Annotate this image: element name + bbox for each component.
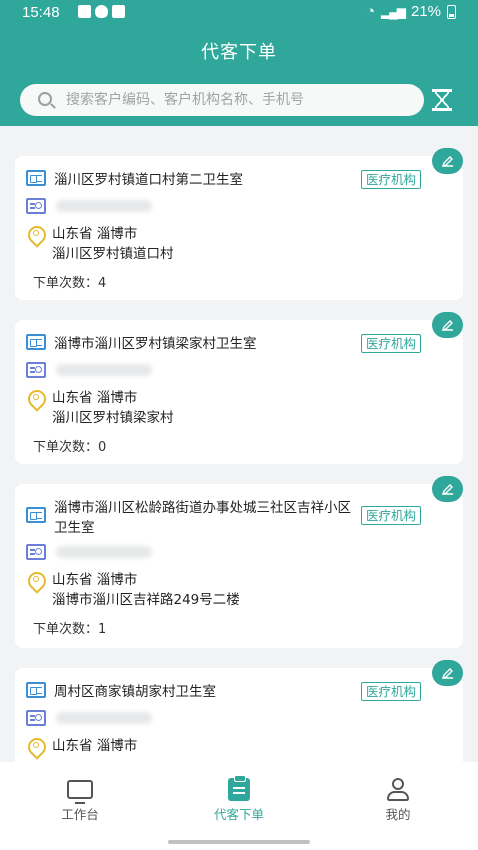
contact-row <box>26 362 152 378</box>
customer-name: 淄川区罗村镇道口村第二卫生室 <box>54 172 243 188</box>
org-type-tag: 医疗机构 <box>361 334 422 353</box>
edit-button[interactable] <box>432 660 463 686</box>
org-type-tag: 医疗机构 <box>361 682 422 701</box>
customer-card[interactable]: 周村区商家镇胡家村卫生室 医疗机构 山东省 淄博市 <box>15 660 463 762</box>
contact-card-icon <box>26 198 46 214</box>
pencil-icon <box>441 156 453 168</box>
contact-row <box>26 198 152 214</box>
edit-button[interactable] <box>432 312 463 338</box>
address-block: 山东省 淄博市 <box>52 736 137 756</box>
customer-name-row: 淄博市淄川区松龄路街道办事处城三社区吉祥小区卫生室 <box>26 498 354 538</box>
monitor-icon <box>67 780 93 804</box>
address-row: 山东省 淄博市 淄川区罗村镇道口村 <box>26 224 174 264</box>
id-card-icon <box>26 507 46 523</box>
contact-row <box>26 544 152 560</box>
street-address: 淄川区罗村镇梁家村 <box>52 410 174 426</box>
customer-card[interactable]: 淄川区罗村镇道口村第二卫生室 医疗机构 山东省 淄博市 淄川区罗村镇道口村 下单… <box>15 148 463 300</box>
notification-icons <box>78 5 125 18</box>
bottom-tab-bar: 工作台 代客下单 我的 <box>0 762 478 850</box>
phone-redacted <box>56 546 152 558</box>
pencil-icon <box>441 668 453 680</box>
customer-name: 淄博市淄川区罗村镇梁家村卫生室 <box>54 336 257 352</box>
order-count: 下单次数：1 <box>33 622 107 637</box>
province-city: 山东省 淄博市 <box>52 738 138 754</box>
order-count: 下单次数：4 <box>33 276 107 291</box>
pencil-icon <box>441 484 453 496</box>
location-pin-icon <box>26 736 44 754</box>
street-address: 淄博市淄川区吉祥路249号二楼 <box>52 592 240 608</box>
contact-card-icon <box>26 544 46 560</box>
hourglass-filter-icon[interactable] <box>432 89 452 111</box>
tab-workbench[interactable]: 工作台 <box>0 762 160 824</box>
gallery-icon <box>78 5 91 18</box>
customer-card[interactable]: 淄博市淄川区罗村镇梁家村卫生室 医疗机构 山东省 淄博市 淄川区罗村镇梁家村 下… <box>15 312 463 464</box>
id-card-icon <box>26 170 46 186</box>
phone-redacted <box>56 200 152 212</box>
customer-name-row: 淄川区罗村镇道口村第二卫生室 <box>26 170 354 190</box>
wifi-icon: ◔ <box>365 3 375 20</box>
header: 15:48 ◔ ▂▄▆ 21% 代客下单 <box>0 0 478 126</box>
battery-text: 21% <box>410 3 441 20</box>
search-input[interactable] <box>66 84 416 116</box>
search-icon <box>38 92 52 106</box>
contact-row <box>26 710 152 726</box>
address-row: 山东省 淄博市 淄博市淄川区吉祥路249号二楼 <box>26 570 240 610</box>
phone-redacted <box>56 712 152 724</box>
customer-list: 淄川区罗村镇道口村第二卫生室 医疗机构 山东省 淄博市 淄川区罗村镇道口村 下单… <box>0 126 478 762</box>
province-city: 山东省 淄博市 <box>52 226 138 242</box>
edit-button[interactable] <box>432 476 463 502</box>
status-bar: 15:48 ◔ ▂▄▆ 21% <box>0 0 478 26</box>
customer-name: 周村区商家镇胡家村卫生室 <box>54 684 216 700</box>
contact-card-icon <box>26 710 46 726</box>
order-count: 下单次数：0 <box>33 440 107 455</box>
address-block: 山东省 淄博市 淄博市淄川区吉祥路249号二楼 <box>52 570 240 610</box>
customer-name-row: 淄博市淄川区罗村镇梁家村卫生室 <box>26 334 354 354</box>
street-address: 淄川区罗村镇道口村 <box>52 246 174 262</box>
location-pin-icon <box>26 388 44 406</box>
clipboard-icon <box>228 775 250 801</box>
address-block: 山东省 淄博市 淄川区罗村镇梁家村 <box>52 388 174 428</box>
search-box[interactable] <box>20 84 424 116</box>
phone-redacted <box>56 364 152 376</box>
tab-mine[interactable]: 我的 <box>318 762 478 824</box>
customer-name: 淄博市淄川区松龄路街道办事处城三社区吉祥小区卫生室 <box>54 500 351 536</box>
tab-proxy-order[interactable]: 代客下单 <box>159 762 319 824</box>
page-title: 代客下单 <box>201 42 277 63</box>
tab-label: 我的 <box>385 807 411 822</box>
address-block: 山东省 淄博市 淄川区罗村镇道口村 <box>52 224 174 264</box>
pencil-icon <box>441 320 453 332</box>
battery-icon <box>447 4 456 19</box>
org-type-tag: 医疗机构 <box>361 170 422 189</box>
edit-button[interactable] <box>432 148 463 174</box>
status-time: 15:48 <box>22 4 60 21</box>
user-icon <box>387 778 409 801</box>
tab-label: 工作台 <box>61 807 99 822</box>
id-card-icon <box>26 334 46 350</box>
signal-icon: ▂▄▆ <box>381 4 406 19</box>
customer-name-row: 周村区商家镇胡家村卫生室 <box>26 682 354 702</box>
address-row: 山东省 淄博市 淄川区罗村镇梁家村 <box>26 388 174 428</box>
tab-label: 代客下单 <box>213 807 264 822</box>
status-right: ◔ ▂▄▆ 21% <box>366 3 456 20</box>
province-city: 山东省 淄博市 <box>52 572 138 588</box>
address-row: 山东省 淄博市 <box>26 736 137 756</box>
province-city: 山东省 淄博市 <box>52 390 138 406</box>
location-pin-icon <box>26 224 44 242</box>
home-indicator[interactable] <box>168 840 310 844</box>
id-card-icon <box>26 682 46 698</box>
app-icon <box>112 5 125 18</box>
org-type-tag: 医疗机构 <box>361 506 422 525</box>
contact-card-icon <box>26 362 46 378</box>
customer-card[interactable]: 淄博市淄川区松龄路街道办事处城三社区吉祥小区卫生室 医疗机构 山东省 淄博市 淄… <box>15 476 463 648</box>
shield-icon <box>95 5 108 18</box>
location-pin-icon <box>26 570 44 588</box>
